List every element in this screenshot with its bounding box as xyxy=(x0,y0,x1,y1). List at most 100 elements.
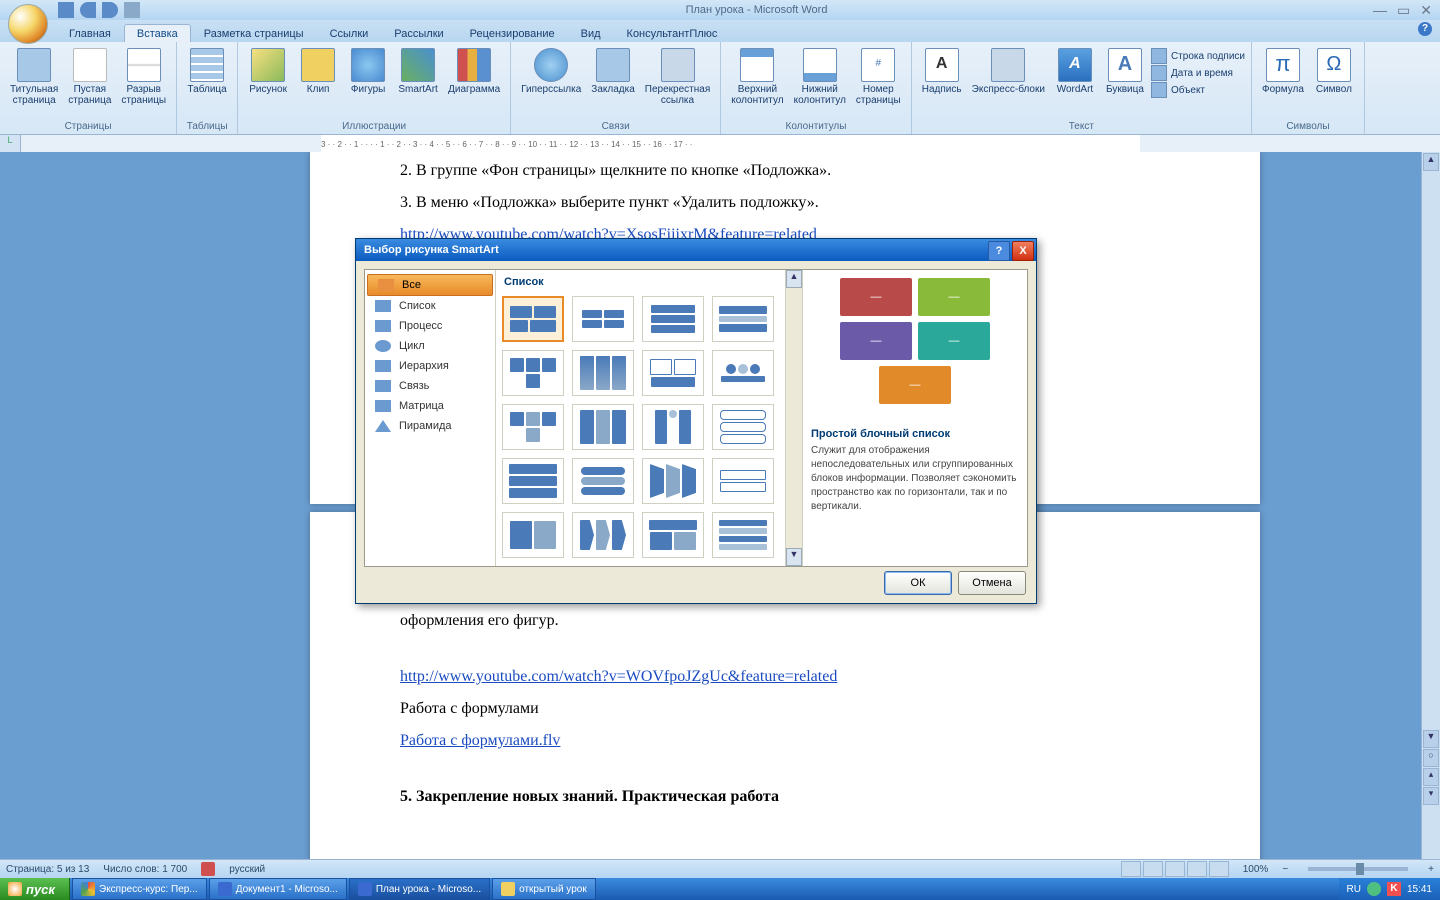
tab-pagelayout[interactable]: Разметка страницы xyxy=(191,24,317,42)
save-icon[interactable] xyxy=(58,2,74,18)
smartart-thumb[interactable] xyxy=(572,350,634,396)
tab-view[interactable]: Вид xyxy=(568,24,614,42)
smartart-thumb[interactable] xyxy=(642,458,704,504)
taskbar-item[interactable]: План урока - Microso... xyxy=(349,878,490,900)
language-bar[interactable]: RU xyxy=(1347,884,1361,895)
smartart-thumb[interactable] xyxy=(572,296,634,342)
fullscreen-reading-view[interactable] xyxy=(1143,861,1163,877)
scroll-up-icon[interactable]: ▲ xyxy=(786,270,802,288)
vertical-scrollbar[interactable]: ▲ ▼ ○ ▴ ▾ xyxy=(1421,152,1440,860)
signature-line-button[interactable]: Строка подписи xyxy=(1151,48,1245,64)
smartart-thumb[interactable] xyxy=(712,458,774,504)
chart-button[interactable]: Диаграмма xyxy=(444,46,504,97)
smartart-thumb[interactable] xyxy=(712,296,774,342)
zoom-slider[interactable] xyxy=(1308,867,1408,871)
web-layout-view[interactable] xyxy=(1165,861,1185,877)
smartart-thumb[interactable] xyxy=(502,512,564,558)
taskbar-item[interactable]: открытый урок xyxy=(492,878,596,900)
start-button[interactable]: пуск xyxy=(0,878,70,900)
blank-page-button[interactable]: Пустаястраница xyxy=(64,46,115,108)
quickparts-button[interactable]: Экспресс-блоки xyxy=(968,46,1049,97)
dialog-close-button[interactable]: X xyxy=(1012,241,1034,261)
dropcap-button[interactable]: AБуквица xyxy=(1101,46,1149,97)
dialog-help-button[interactable]: ? xyxy=(988,241,1010,261)
header-button[interactable]: Верхнийколонтитул xyxy=(727,46,787,108)
category-matrix[interactable]: Матрица xyxy=(365,396,495,416)
cover-page-button[interactable]: Титульнаястраница xyxy=(6,46,62,108)
doc-link[interactable]: Работа с формулами.flv xyxy=(400,732,560,749)
next-page-icon[interactable]: ▾ xyxy=(1423,787,1439,805)
smartart-thumb[interactable] xyxy=(712,350,774,396)
spellcheck-icon[interactable] xyxy=(201,862,215,876)
scroll-down-icon[interactable]: ▼ xyxy=(1423,730,1439,748)
scroll-down-icon[interactable]: ▼ xyxy=(786,548,802,566)
tab-home[interactable]: Главная xyxy=(56,24,124,42)
language-indicator[interactable]: русский xyxy=(229,864,265,875)
table-button[interactable]: Таблица xyxy=(183,46,231,97)
object-button[interactable]: Объект xyxy=(1151,82,1245,98)
crossref-button[interactable]: Перекрестнаяссылка xyxy=(641,46,714,108)
smartart-thumb[interactable] xyxy=(502,458,564,504)
word-count[interactable]: Число слов: 1 700 xyxy=(103,864,187,875)
redo-icon[interactable] xyxy=(102,2,118,18)
footer-button[interactable]: Нижнийколонтитул xyxy=(790,46,850,108)
smartart-thumb[interactable] xyxy=(642,404,704,450)
smartart-thumb[interactable] xyxy=(572,458,634,504)
tray-icon[interactable] xyxy=(1367,882,1381,896)
smartart-button[interactable]: SmartArt xyxy=(394,46,442,97)
category-all[interactable]: Все xyxy=(367,274,493,296)
smartart-thumb[interactable] xyxy=(712,512,774,558)
tab-review[interactable]: Рецензирование xyxy=(457,24,568,42)
category-pyramid[interactable]: Пирамида xyxy=(365,416,495,436)
pagenumber-button[interactable]: #Номерстраницы xyxy=(852,46,905,108)
help-icon[interactable]: ? xyxy=(1418,22,1432,36)
zoom-in-button[interactable]: + xyxy=(1428,864,1434,875)
datetime-button[interactable]: Дата и время xyxy=(1151,65,1245,81)
undo-icon[interactable] xyxy=(80,2,96,18)
category-cycle[interactable]: Цикл xyxy=(365,336,495,356)
shapes-button[interactable]: Фигуры xyxy=(344,46,392,97)
picture-button[interactable]: Рисунок xyxy=(244,46,292,97)
taskbar-item[interactable]: Экспресс-курс: Пер... xyxy=(72,878,207,900)
doc-link[interactable]: http://www.youtube.com/watch?v=WOVfpoJZg… xyxy=(400,668,837,685)
page-break-button[interactable]: Разрывстраницы xyxy=(117,46,170,108)
cancel-button[interactable]: Отмена xyxy=(958,571,1026,595)
smartart-thumb[interactable] xyxy=(502,296,564,342)
prev-page-icon[interactable]: ▴ xyxy=(1423,768,1439,786)
category-process[interactable]: Процесс xyxy=(365,316,495,336)
quickprint-icon[interactable] xyxy=(124,2,140,18)
smartart-thumb[interactable] xyxy=(642,350,704,396)
ok-button[interactable]: ОК xyxy=(884,571,952,595)
gallery-scrollbar[interactable]: ▲ ▼ xyxy=(785,270,802,566)
taskbar-item[interactable]: Документ1 - Microso... xyxy=(209,878,347,900)
smartart-thumb[interactable] xyxy=(642,296,704,342)
smartart-thumb[interactable] xyxy=(572,404,634,450)
scroll-up-icon[interactable]: ▲ xyxy=(1423,153,1439,171)
textbox-button[interactable]: AНадпись xyxy=(918,46,966,97)
symbol-button[interactable]: ΩСимвол xyxy=(1310,46,1358,97)
tab-references[interactable]: Ссылки xyxy=(317,24,382,42)
tab-insert[interactable]: Вставка xyxy=(124,24,191,42)
tab-mailings[interactable]: Рассылки xyxy=(381,24,456,42)
category-list[interactable]: Список xyxy=(365,296,495,316)
horizontal-ruler[interactable]: 3 · · 2 · · 1 · · · · 1 · · 2 · · 3 · · … xyxy=(321,135,1140,153)
smartart-thumb[interactable] xyxy=(642,512,704,558)
smartart-thumb[interactable] xyxy=(502,404,564,450)
browse-object-icon[interactable]: ○ xyxy=(1423,749,1439,767)
dialog-titlebar[interactable]: Выбор рисунка SmartArt ? X xyxy=(356,239,1036,261)
maximize-button[interactable]: ▭ xyxy=(1397,2,1410,19)
category-relationship[interactable]: Связь xyxy=(365,376,495,396)
bookmark-button[interactable]: Закладка xyxy=(587,46,638,97)
outline-view[interactable] xyxy=(1187,861,1207,877)
smartart-thumb[interactable] xyxy=(502,350,564,396)
zoom-level[interactable]: 100% xyxy=(1243,864,1269,875)
equation-button[interactable]: πФормула xyxy=(1258,46,1308,97)
hyperlink-button[interactable]: Гиперссылка xyxy=(517,46,585,97)
clip-button[interactable]: Клип xyxy=(294,46,342,97)
tab-consultant[interactable]: КонсультантПлюс xyxy=(614,24,731,42)
minimize-button[interactable]: — xyxy=(1373,2,1387,19)
category-hierarchy[interactable]: Иерархия xyxy=(365,356,495,376)
clock[interactable]: 15:41 xyxy=(1407,884,1432,895)
zoom-out-button[interactable]: − xyxy=(1282,864,1288,875)
office-button[interactable] xyxy=(8,4,48,44)
